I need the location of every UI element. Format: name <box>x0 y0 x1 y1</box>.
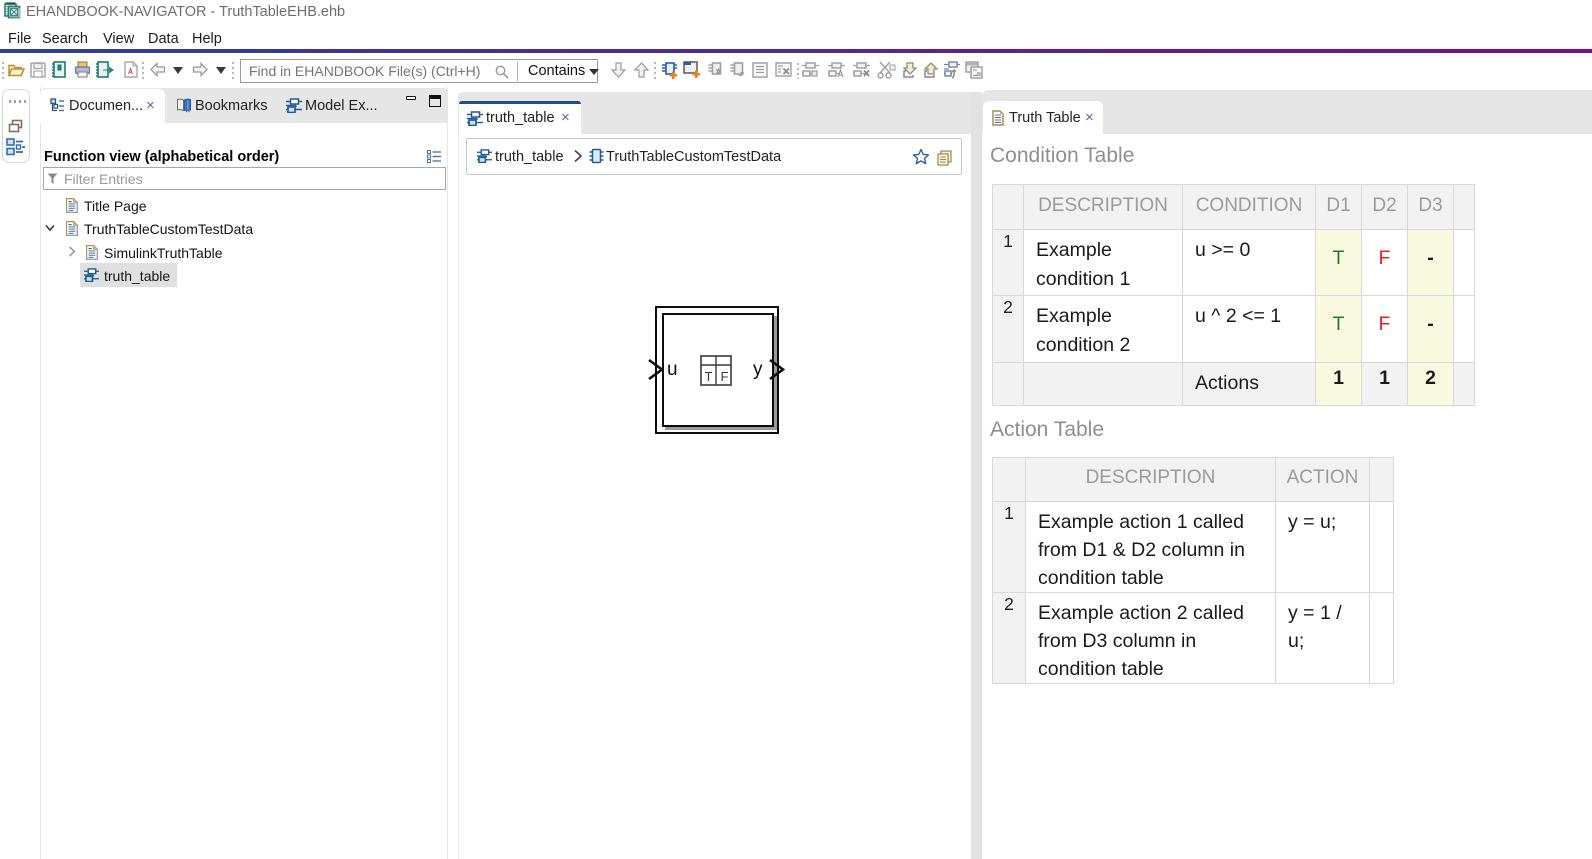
svg-text:T: T <box>705 369 713 384</box>
svg-text:F: F <box>721 369 729 384</box>
